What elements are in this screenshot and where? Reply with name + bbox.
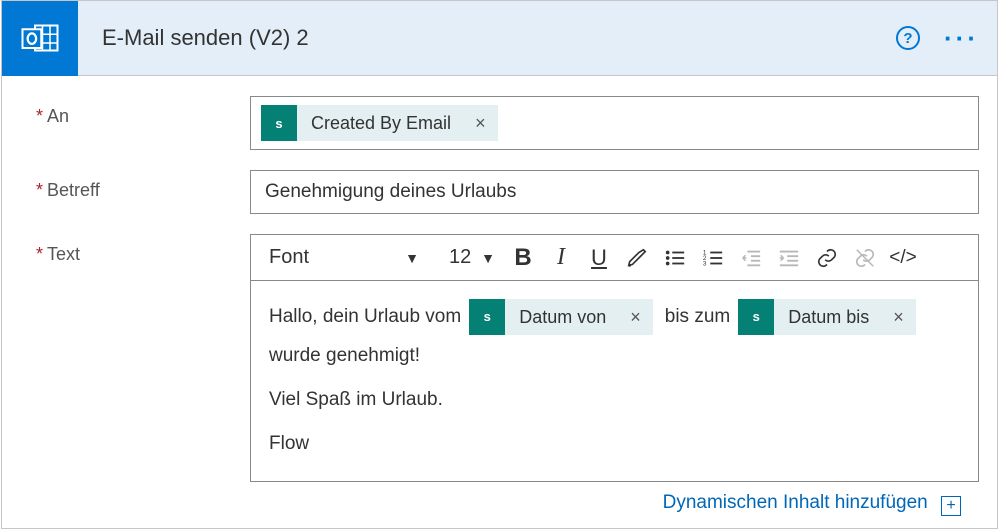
token-label: Created By Email [297,113,463,134]
token-remove-icon[interactable]: × [618,299,653,335]
subject-value: Genehmigung deines Urlaubs [265,181,516,203]
underline-button[interactable]: U [583,242,615,274]
add-dynamic-content-icon[interactable]: + [941,496,961,516]
svg-text:3: 3 [703,260,707,267]
indent-icon [773,242,805,274]
body-text: wurde genehmigt! [269,337,960,375]
token-label: Datum von [505,299,618,335]
editor-toolbar: Font▼ 12▼ B I U [251,235,978,281]
sharepoint-icon: s [261,105,297,141]
bold-button[interactable]: B [507,242,539,274]
dynamic-token[interactable]: s Datum von × [469,299,653,335]
body-text: Hallo, dein Urlaub vom [269,298,461,336]
outdent-icon [735,242,767,274]
font-dropdown[interactable]: Font▼ [259,241,429,275]
italic-button[interactable]: I [545,242,577,274]
card-body: *An s Created By Email × *Betreff Genehm… [2,76,997,528]
row-subject: *Betreff Genehmigung deines Urlaubs [36,170,979,214]
body-text: Viel Spaß im Urlaub. [269,381,960,419]
body-text: Flow [269,425,960,463]
outlook-icon [2,1,78,76]
card-header[interactable]: E-Mail senden (V2) 2 ? ··· [2,1,997,76]
subject-input[interactable]: Genehmigung deines Urlaubs [250,170,979,214]
richtext-editor: Font▼ 12▼ B I U [250,234,979,482]
sharepoint-icon: s [469,299,505,335]
fontsize-dropdown[interactable]: 12▼ [443,241,501,275]
unlink-icon [849,242,881,274]
footer: Dynamischen Inhalt hinzufügen + [36,486,979,520]
more-menu-icon[interactable]: ··· [944,34,979,42]
sharepoint-icon: s [738,299,774,335]
label-body: *Text [36,234,250,482]
to-input[interactable]: s Created By Email × [250,96,979,150]
dynamic-token[interactable]: s Created By Email × [261,105,498,141]
action-card: E-Mail senden (V2) 2 ? ··· *An s Created… [1,0,998,529]
add-dynamic-content-link[interactable]: Dynamischen Inhalt hinzufügen [663,492,928,513]
token-label: Datum bis [774,299,881,335]
token-remove-icon[interactable]: × [463,113,498,134]
body-text: bis zum [665,298,730,336]
label-subject: *Betreff [36,170,250,214]
codeview-icon[interactable]: </> [887,242,919,274]
numbered-list-icon[interactable]: 123 [697,242,729,274]
row-to: *An s Created By Email × [36,96,979,150]
card-title: E-Mail senden (V2) 2 [102,25,896,51]
label-to: *An [36,96,250,150]
link-icon[interactable] [811,242,843,274]
bulleted-list-icon[interactable] [659,242,691,274]
row-body: *Text Font▼ 12▼ B I U [36,234,979,482]
color-picker-icon[interactable] [621,242,653,274]
help-icon[interactable]: ? [896,26,920,50]
token-remove-icon[interactable]: × [881,299,916,335]
editor-content[interactable]: Hallo, dein Urlaub vom s Datum von × bis… [251,281,978,481]
dynamic-token[interactable]: s Datum bis × [738,299,916,335]
